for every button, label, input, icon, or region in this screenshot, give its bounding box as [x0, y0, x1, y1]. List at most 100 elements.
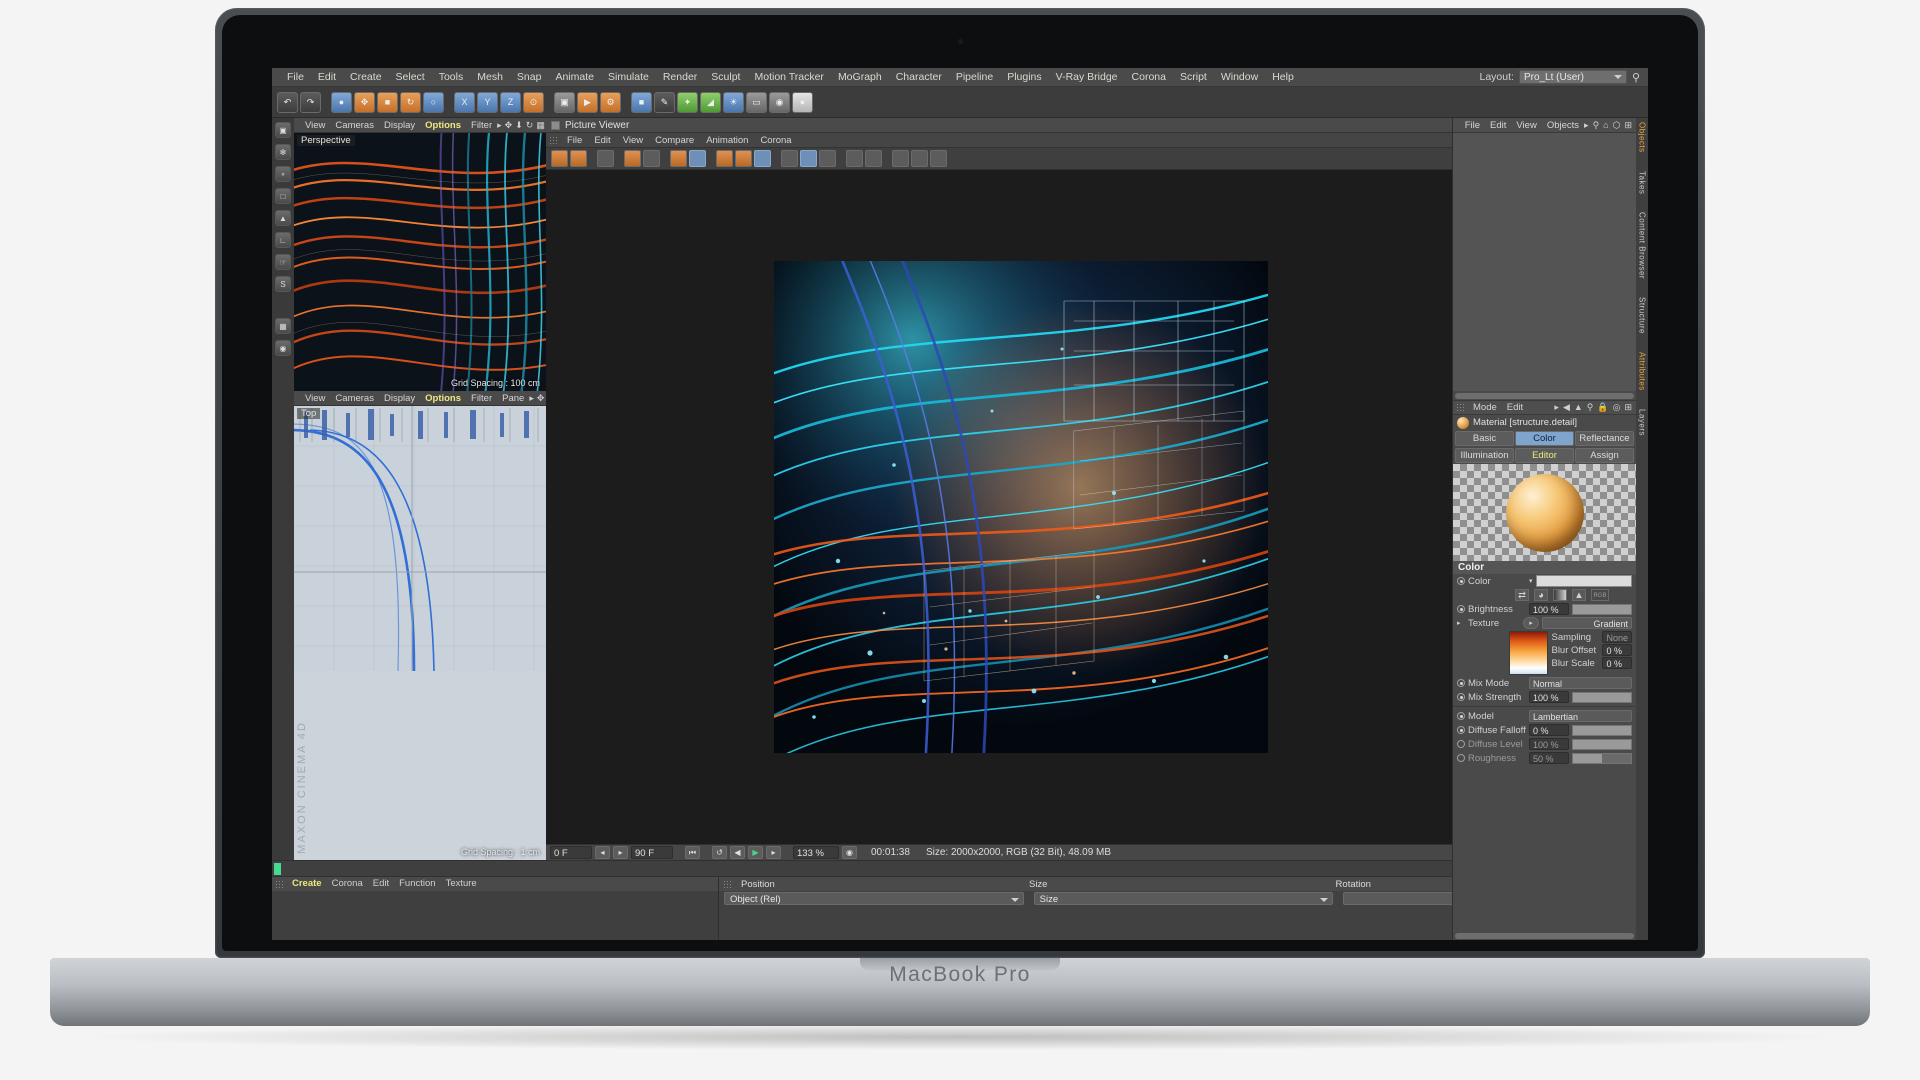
- vp2-menu-pane[interactable]: Pane: [497, 391, 529, 406]
- menu-window[interactable]: Window: [1214, 68, 1265, 87]
- vp-menu-display[interactable]: Display: [379, 118, 420, 133]
- perspective-viewport[interactable]: Perspective Grid Spacing: 100 cm: [294, 133, 546, 391]
- history-next-icon[interactable]: [689, 150, 706, 167]
- drag-grip-icon[interactable]: [275, 879, 284, 889]
- new-panel-icon[interactable]: ⊞: [1624, 402, 1632, 413]
- pv-menu-corona[interactable]: Corona: [754, 133, 797, 148]
- play-forward-icon[interactable]: ▸: [766, 846, 781, 859]
- pan-icon[interactable]: ✥: [505, 120, 513, 131]
- move-tool-icon[interactable]: ✥: [354, 91, 375, 113]
- blur-offset-value[interactable]: 0 %: [1602, 644, 1632, 656]
- blur-scale-value[interactable]: 0 %: [1602, 657, 1632, 669]
- live-selection-icon[interactable]: ●: [331, 91, 352, 113]
- menu-edit[interactable]: Edit: [311, 68, 343, 87]
- target-icon[interactable]: ◎: [1613, 402, 1621, 413]
- diffuse-falloff-slider[interactable]: [1572, 724, 1632, 736]
- top-viewport[interactable]: Top MAXON CINEMA 4D Grid Spacing: 1 cm: [294, 406, 546, 860]
- menu-character[interactable]: Character: [889, 68, 949, 87]
- up-arrow-icon[interactable]: ▲: [1574, 402, 1583, 413]
- ellipse-icon[interactable]: ⬡: [1613, 120, 1621, 131]
- mtab-basic[interactable]: Basic: [1455, 431, 1514, 446]
- drag-grip-icon[interactable]: [723, 879, 732, 889]
- snap-icon[interactable]: S: [275, 276, 291, 292]
- y-axis-icon[interactable]: Y: [477, 91, 498, 113]
- model-mode-icon[interactable]: ▣: [275, 122, 291, 138]
- model-value[interactable]: Lambertian: [1529, 710, 1632, 722]
- chevron-right-icon[interactable]: ▸: [1554, 402, 1559, 413]
- menu-tools[interactable]: Tools: [432, 68, 471, 87]
- vp-menu-cameras[interactable]: Cameras: [330, 118, 379, 133]
- menu-file[interactable]: File: [280, 68, 311, 87]
- vp-menu-filter[interactable]: Filter: [466, 118, 497, 133]
- axis-lock-icon[interactable]: ∟: [275, 232, 291, 248]
- scale-tool-icon[interactable]: ■: [377, 91, 398, 113]
- mtab-illumination[interactable]: Illumination: [1455, 448, 1514, 463]
- open-image-icon[interactable]: [551, 150, 568, 167]
- gradient-preview[interactable]: [1509, 631, 1549, 675]
- points-mode-icon[interactable]: ∘: [275, 166, 291, 182]
- frame-end-field[interactable]: 90 F: [631, 846, 673, 859]
- render-picture-viewer-icon[interactable]: ▶: [577, 91, 598, 113]
- filmstrip-icon[interactable]: [597, 150, 614, 167]
- menu-script[interactable]: Script: [1173, 68, 1214, 87]
- undo-icon[interactable]: ↶: [277, 91, 298, 113]
- vp-menu-options[interactable]: Options: [420, 118, 466, 133]
- menu-select[interactable]: Select: [389, 68, 432, 87]
- brightness-slider[interactable]: [1572, 603, 1632, 615]
- chevron-right-icon[interactable]: ▸: [1584, 120, 1589, 131]
- om-menu-objects[interactable]: Objects: [1542, 118, 1584, 133]
- material-editor-hscrollbar[interactable]: [1453, 931, 1636, 940]
- expand-arrow-icon[interactable]: ▸: [1457, 619, 1465, 627]
- vp2-menu-display[interactable]: Display: [379, 391, 420, 406]
- vp2-menu-filter[interactable]: Filter: [466, 391, 497, 406]
- vp2-menu-options[interactable]: Options: [420, 391, 466, 406]
- frame-start-field[interactable]: 0 F: [550, 846, 592, 859]
- go-to-start-icon[interactable]: ⏮: [685, 846, 700, 859]
- me-menu-mode[interactable]: Mode: [1468, 400, 1502, 415]
- compare-a-icon[interactable]: [716, 150, 733, 167]
- vp2-menu-view[interactable]: View: [300, 391, 330, 406]
- polygons-mode-icon[interactable]: ▲: [275, 210, 291, 226]
- axis-tool-icon[interactable]: ○: [423, 91, 444, 113]
- mtab-assign[interactable]: Assign: [1575, 448, 1634, 463]
- step-forward-icon[interactable]: ▸: [613, 846, 628, 859]
- object-manager-hscrollbar[interactable]: [1453, 391, 1636, 400]
- light-icon[interactable]: ●: [792, 91, 813, 113]
- diffuse-level-radio[interactable]: [1457, 740, 1465, 748]
- mm-menu-texture[interactable]: Texture: [441, 877, 482, 891]
- play-icon[interactable]: ▶: [748, 846, 763, 859]
- layers-ab-icon[interactable]: [781, 150, 798, 167]
- color-picker-icon[interactable]: ▲: [1572, 589, 1586, 601]
- chevron-right-icon[interactable]: ▸: [529, 393, 534, 404]
- rgb-toggle-icon[interactable]: RGB: [1591, 589, 1609, 601]
- fit-width-icon[interactable]: [892, 150, 909, 167]
- search-icon[interactable]: ⚲: [1632, 71, 1640, 84]
- sampling-value[interactable]: None: [1602, 631, 1632, 643]
- menu-sculpt[interactable]: Sculpt: [704, 68, 747, 87]
- edges-mode-icon[interactable]: □: [275, 188, 291, 204]
- menu-render[interactable]: Render: [656, 68, 704, 87]
- fit-screen-icon[interactable]: [911, 150, 928, 167]
- menu-create[interactable]: Create: [343, 68, 389, 87]
- menu-mograph[interactable]: MoGraph: [831, 68, 889, 87]
- drag-grip-icon[interactable]: [1456, 403, 1465, 412]
- spline-pen-icon[interactable]: ✎: [654, 91, 675, 113]
- texture-value[interactable]: Gradient: [1542, 617, 1632, 629]
- menu-corona[interactable]: Corona: [1125, 68, 1173, 87]
- lock-icon[interactable]: 🔒: [1597, 402, 1608, 413]
- brightness-value[interactable]: 100 %: [1529, 603, 1569, 615]
- om-menu-file[interactable]: File: [1460, 118, 1485, 133]
- color-spectrum-icon[interactable]: [1553, 589, 1567, 601]
- me-menu-edit[interactable]: Edit: [1502, 400, 1528, 415]
- menu-plugins[interactable]: Plugins: [1000, 68, 1048, 87]
- chevron-right-icon[interactable]: ▸: [497, 120, 502, 131]
- coord-size-select[interactable]: Size: [1033, 892, 1334, 905]
- pv-zoom-field[interactable]: 133 %: [793, 846, 839, 859]
- camera-icon[interactable]: ▭: [746, 91, 767, 113]
- cube-primitive-icon[interactable]: ■: [631, 91, 652, 113]
- color-wheel-icon[interactable]: ◕: [1534, 589, 1548, 601]
- diffuse-level-slider[interactable]: [1572, 738, 1632, 750]
- mm-menu-edit[interactable]: Edit: [368, 877, 394, 891]
- color-channel-radio[interactable]: [1457, 577, 1465, 585]
- current-frame-marker[interactable]: [274, 863, 281, 875]
